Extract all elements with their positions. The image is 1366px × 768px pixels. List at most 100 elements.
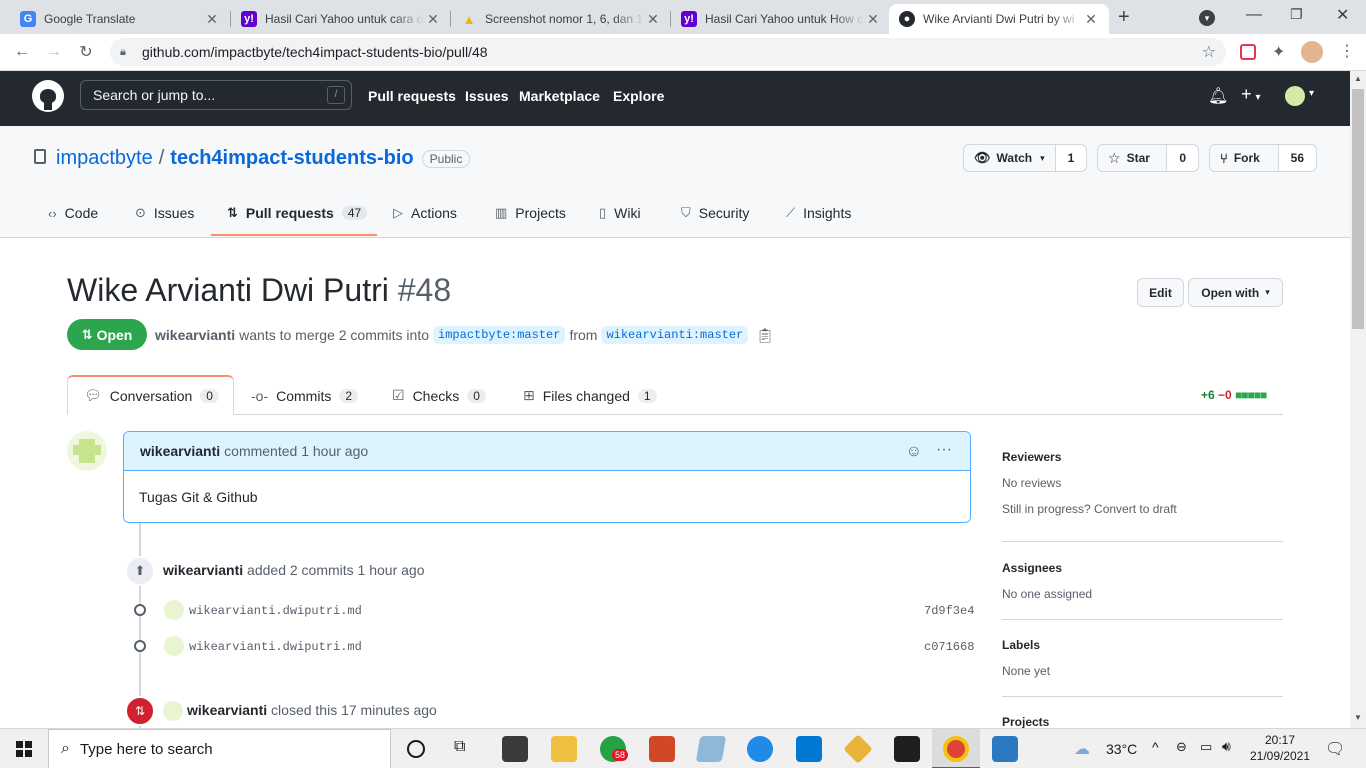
labels-heading[interactable]: Labels <box>1002 638 1040 652</box>
page-scrollbar[interactable]: ▲ ▼ <box>1350 71 1366 728</box>
browser-tab-yahoo-1[interactable]: y! Hasil Cari Yahoo untuk cara cl ✕ <box>231 4 451 34</box>
comment-author-avatar[interactable] <box>67 431 107 471</box>
taskbar-search-box[interactable]: ⌕ Type here to search <box>48 729 391 768</box>
projects-heading[interactable]: Projects <box>1002 715 1049 729</box>
browser-tab-github[interactable]: ● Wike Arvianti Dwi Putri by wi ✕ <box>889 4 1109 34</box>
add-reaction-smiley-icon[interactable]: ☺ <box>906 443 922 461</box>
more-options-icon[interactable]: ··· <box>936 441 952 459</box>
minimize-icon[interactable]: — <box>1246 6 1262 24</box>
tray-chevron-icon[interactable]: ^ <box>1152 739 1159 755</box>
nav-issues[interactable]: Issues <box>465 88 509 104</box>
file-explorer-icon[interactable] <box>551 736 577 762</box>
search-input[interactable]: Search or jump to... / <box>80 80 352 110</box>
commit-author-avatar[interactable] <box>164 600 184 620</box>
star-button[interactable]: ☆ Star 0 <box>1097 144 1199 172</box>
commit-author-avatar[interactable] <box>164 636 184 656</box>
tab-security[interactable]: ⛉ Security <box>681 205 749 221</box>
fork-button[interactable]: ⑂ Fork 56 <box>1209 144 1317 172</box>
tab-insights[interactable]: ⟋ Insights <box>786 205 851 221</box>
star-count[interactable]: 0 <box>1167 145 1198 171</box>
github-logo-icon[interactable] <box>32 80 64 112</box>
tab-search-icon[interactable]: ▾ <box>1199 10 1215 26</box>
pr-author-link[interactable]: wikearvianti <box>155 327 235 343</box>
app-icon[interactable] <box>843 734 873 764</box>
reviewers-heading[interactable]: Reviewers <box>1002 450 1061 464</box>
open-with-button[interactable]: Open with ▾ <box>1188 278 1283 307</box>
commit-message-link[interactable]: wikearvianti.dwiputri.md <box>189 604 362 618</box>
app-icon[interactable] <box>695 736 727 762</box>
volume-icon[interactable]: 🔊︎ <box>1222 738 1231 755</box>
edit-button[interactable]: Edit <box>1137 278 1184 307</box>
tab-pull-requests[interactable]: ⇅ Pull requests 47 <box>227 205 368 221</box>
event-author-link[interactable]: wikearvianti <box>187 702 267 718</box>
nav-explore[interactable]: Explore <box>613 88 664 104</box>
browser-menu-icon[interactable]: ⋮ <box>1339 41 1355 61</box>
windows-start-icon[interactable] <box>16 741 32 757</box>
assignees-heading[interactable]: Assignees <box>1002 561 1062 575</box>
nav-pull-requests[interactable]: Pull requests <box>368 88 456 104</box>
tab-issues[interactable]: ⊙ Issues <box>135 205 194 221</box>
browser-tab-google-translate[interactable]: G Google Translate ✕ <box>10 4 230 34</box>
terminal-icon[interactable] <box>894 736 920 762</box>
vscode-icon[interactable] <box>796 736 822 762</box>
microsoft-store-icon[interactable] <box>502 736 528 762</box>
tab-checks[interactable]: ☑ Checks 0 <box>392 376 486 415</box>
scrollbar-thumb[interactable] <box>1352 89 1364 329</box>
commit-sha-link[interactable]: 7d9f3e4 <box>924 604 974 618</box>
nav-marketplace[interactable]: Marketplace <box>519 88 600 104</box>
user-menu-caret-icon[interactable]: ▾ <box>1309 88 1314 99</box>
tab-files-changed[interactable]: ⊞ Files changed 1 <box>523 376 657 415</box>
commit-sha-link[interactable]: c071668 <box>924 640 974 654</box>
tab-code[interactable]: ‹› Code <box>48 205 98 221</box>
close-tab-icon[interactable]: ✕ <box>425 11 441 28</box>
profile-avatar[interactable] <box>1301 41 1323 63</box>
address-bar[interactable]: 🔒︎ github.com/impactbyte/tech4impact-stu… <box>110 38 1226 66</box>
task-view-icon[interactable]: ⧉ <box>454 738 465 756</box>
close-tab-icon[interactable]: ✕ <box>204 11 220 28</box>
taskbar-clock[interactable]: 20:17 21/09/2021 <box>1248 732 1312 764</box>
browser-tab-drive[interactable]: ▲ Screenshot nomor 1, 6, dan 1 ✕ <box>451 4 671 34</box>
weather-temperature[interactable]: 33°C <box>1106 741 1137 757</box>
tab-actions[interactable]: ▷ Actions <box>393 205 457 221</box>
fork-count[interactable]: 56 <box>1278 145 1316 171</box>
tab-projects[interactable]: ▥ Projects <box>495 205 566 221</box>
bookmark-star-icon[interactable]: ☆ <box>1202 42 1216 62</box>
head-branch-label[interactable]: wikearvianti:master <box>601 326 749 344</box>
tab-commits[interactable]: -o- Commits 2 <box>251 376 359 415</box>
photos-icon[interactable] <box>992 736 1018 762</box>
new-tab-icon[interactable]: + <box>1118 6 1130 29</box>
repo-name-link[interactable]: tech4impact-students-bio <box>170 147 413 170</box>
event-author-link[interactable]: wikearvianti <box>163 562 243 578</box>
close-tab-icon[interactable]: ✕ <box>865 11 881 28</box>
reload-icon[interactable]: ↻ <box>74 40 98 64</box>
notification-center-icon[interactable]: 🗨︎ <box>1325 739 1345 759</box>
browser-tab-yahoo-2[interactable]: y! Hasil Cari Yahoo untuk How c ✕ <box>671 4 891 34</box>
whatsapp-icon[interactable]: 58 <box>600 736 629 762</box>
back-icon[interactable]: ← <box>10 40 34 64</box>
tray-device-icon[interactable]: ⊖ <box>1176 739 1187 755</box>
watch-button[interactable]: 👁︎ Watch ▾ 1 <box>963 144 1087 172</box>
cortana-icon[interactable] <box>407 740 425 758</box>
extensions-puzzle-icon[interactable]: ✦ <box>1272 42 1285 62</box>
forward-icon[interactable]: → <box>42 40 66 64</box>
scroll-up-icon[interactable]: ▲ <box>1354 74 1362 83</box>
commit-message-link[interactable]: wikearvianti.dwiputri.md <box>189 640 362 654</box>
extension-icon[interactable] <box>1240 44 1256 60</box>
notifications-bell-icon[interactable]: 🔔︎ <box>1208 86 1228 106</box>
tab-conversation[interactable]: 💬︎ Conversation 0 <box>84 376 219 415</box>
watch-count[interactable]: 1 <box>1055 145 1087 171</box>
restore-icon[interactable]: ❐ <box>1290 6 1303 23</box>
scroll-down-icon[interactable]: ▼ <box>1354 713 1362 722</box>
convert-to-draft-link[interactable]: Still in progress? Convert to draft <box>1002 502 1177 516</box>
closer-avatar[interactable] <box>163 701 183 721</box>
copy-icon[interactable]: 📋︎ <box>756 327 774 344</box>
battery-icon[interactable]: ▭ <box>1200 739 1212 755</box>
window-close-icon[interactable]: ✕ <box>1336 5 1349 25</box>
user-avatar[interactable] <box>1285 86 1305 106</box>
close-tab-icon[interactable]: ✕ <box>645 11 661 28</box>
close-tab-icon[interactable]: ✕ <box>1083 11 1099 28</box>
base-branch-label[interactable]: impactbyte:master <box>433 326 566 344</box>
powerpoint-icon[interactable] <box>649 736 675 762</box>
create-new-plus-icon[interactable]: + ▾ <box>1241 84 1261 105</box>
edge-icon[interactable] <box>747 736 773 762</box>
